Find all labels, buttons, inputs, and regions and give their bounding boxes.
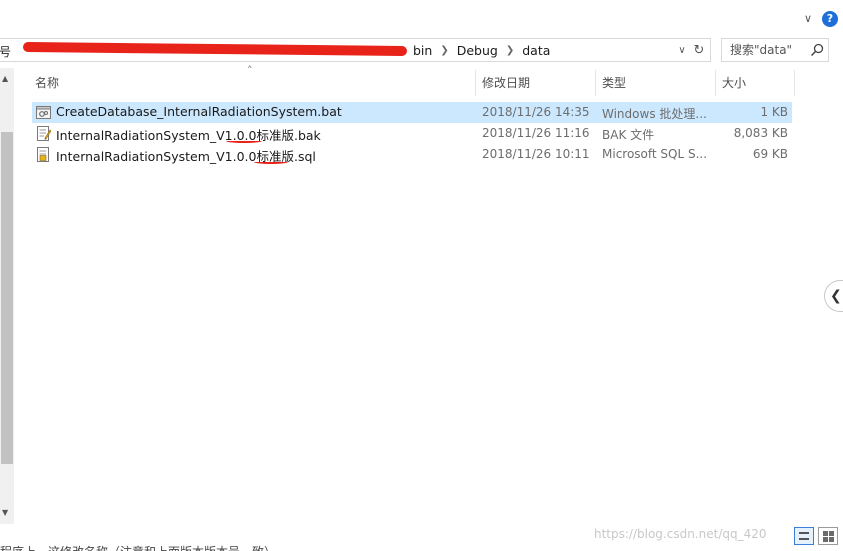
scrollbar-thumb[interactable] [1,132,13,464]
file-row[interactable]: CreateDatabase_InternalRadiationSystem.b… [32,102,792,123]
file-date: 2018/11/26 11:16 [482,126,590,140]
background-text: 程序上，这修改名称（注意和上面版本版本号一致） [0,543,276,551]
breadcrumb-bin[interactable]: bin [411,43,434,58]
nav-pane-scrollbar[interactable]: ▲ ▼ [0,68,14,524]
help-icon[interactable]: ? [822,11,838,27]
scroll-up-icon[interactable]: ▲ [2,74,8,83]
breadcrumb-debug[interactable]: Debug [455,43,500,58]
chevron-right-icon[interactable]: ❯ [506,45,514,56]
refresh-icon[interactable]: ↻ [691,43,707,59]
file-size: 1 KB [760,105,788,119]
file-size: 69 KB [752,147,788,161]
column-name-header[interactable]: 名称 [35,74,59,92]
breadcrumb: bin ❯ Debug ❯ data [411,43,552,58]
bak-file-icon [37,126,51,141]
address-row: 号 bin ❯ Debug ❯ data ∨ ↻ [0,38,843,64]
column-size-header[interactable]: 大小 [722,74,746,92]
chevron-down-icon[interactable]: ∨ [675,44,689,58]
file-row[interactable]: InternalRadiationSystem_V1.0.0标准版.bak 20… [32,123,792,144]
spellcheck-underline [254,160,288,164]
file-row[interactable]: InternalRadiationSystem_V1.0.0标准版.sql 20… [32,144,792,165]
address-prefix: 号 [0,45,12,59]
column-divider[interactable] [715,70,716,96]
column-header: ˄ 名称 修改日期 类型 大小 [18,64,798,98]
file-list: ˄ 名称 修改日期 类型 大小 CreateDatabase_InternalR… [18,64,838,524]
file-date: 2018/11/26 14:35 [482,105,590,119]
search-icon[interactable] [810,43,824,57]
spellcheck-underline [226,139,262,143]
file-type: Microsoft SQL S... [602,147,708,161]
chevron-right-icon[interactable]: ❯ [440,45,448,56]
chevron-down-icon[interactable]: ∨ [800,11,816,27]
ribbon-bar: ∨ ? [0,0,843,38]
file-name: InternalRadiationSystem_V1.0.0标准版.bak [56,128,321,143]
file-name: CreateDatabase_InternalRadiationSystem.b… [56,104,342,119]
scroll-down-icon[interactable]: ▼ [2,508,8,517]
column-date-header[interactable]: 修改日期 [482,74,530,92]
file-date: 2018/11/26 10:11 [482,147,590,161]
sort-ascending-icon: ˄ [247,64,253,77]
file-size: 8,083 KB [733,126,788,140]
column-divider[interactable] [595,70,596,96]
search-input[interactable] [722,39,808,61]
search-box[interactable] [721,38,829,62]
redaction-mark [22,41,408,57]
file-type: BAK 文件 [602,128,655,142]
column-divider[interactable] [475,70,476,96]
column-divider[interactable] [794,70,795,96]
address-bar[interactable]: 号 bin ❯ Debug ❯ data ∨ ↻ [0,38,711,62]
column-type-header[interactable]: 类型 [602,74,626,92]
sql-file-icon [37,147,49,162]
file-type: Windows 批处理... [602,107,707,121]
breadcrumb-data[interactable]: data [520,43,552,58]
tiles-view-icon [823,531,828,536]
details-view-button[interactable] [794,527,814,545]
batch-file-icon [36,106,51,119]
details-view-icon [799,532,809,540]
file-rows: CreateDatabase_InternalRadiationSystem.b… [32,102,810,165]
large-icons-view-button[interactable] [818,527,838,545]
watermark: https://blog.csdn.net/qq_420 [594,527,767,541]
